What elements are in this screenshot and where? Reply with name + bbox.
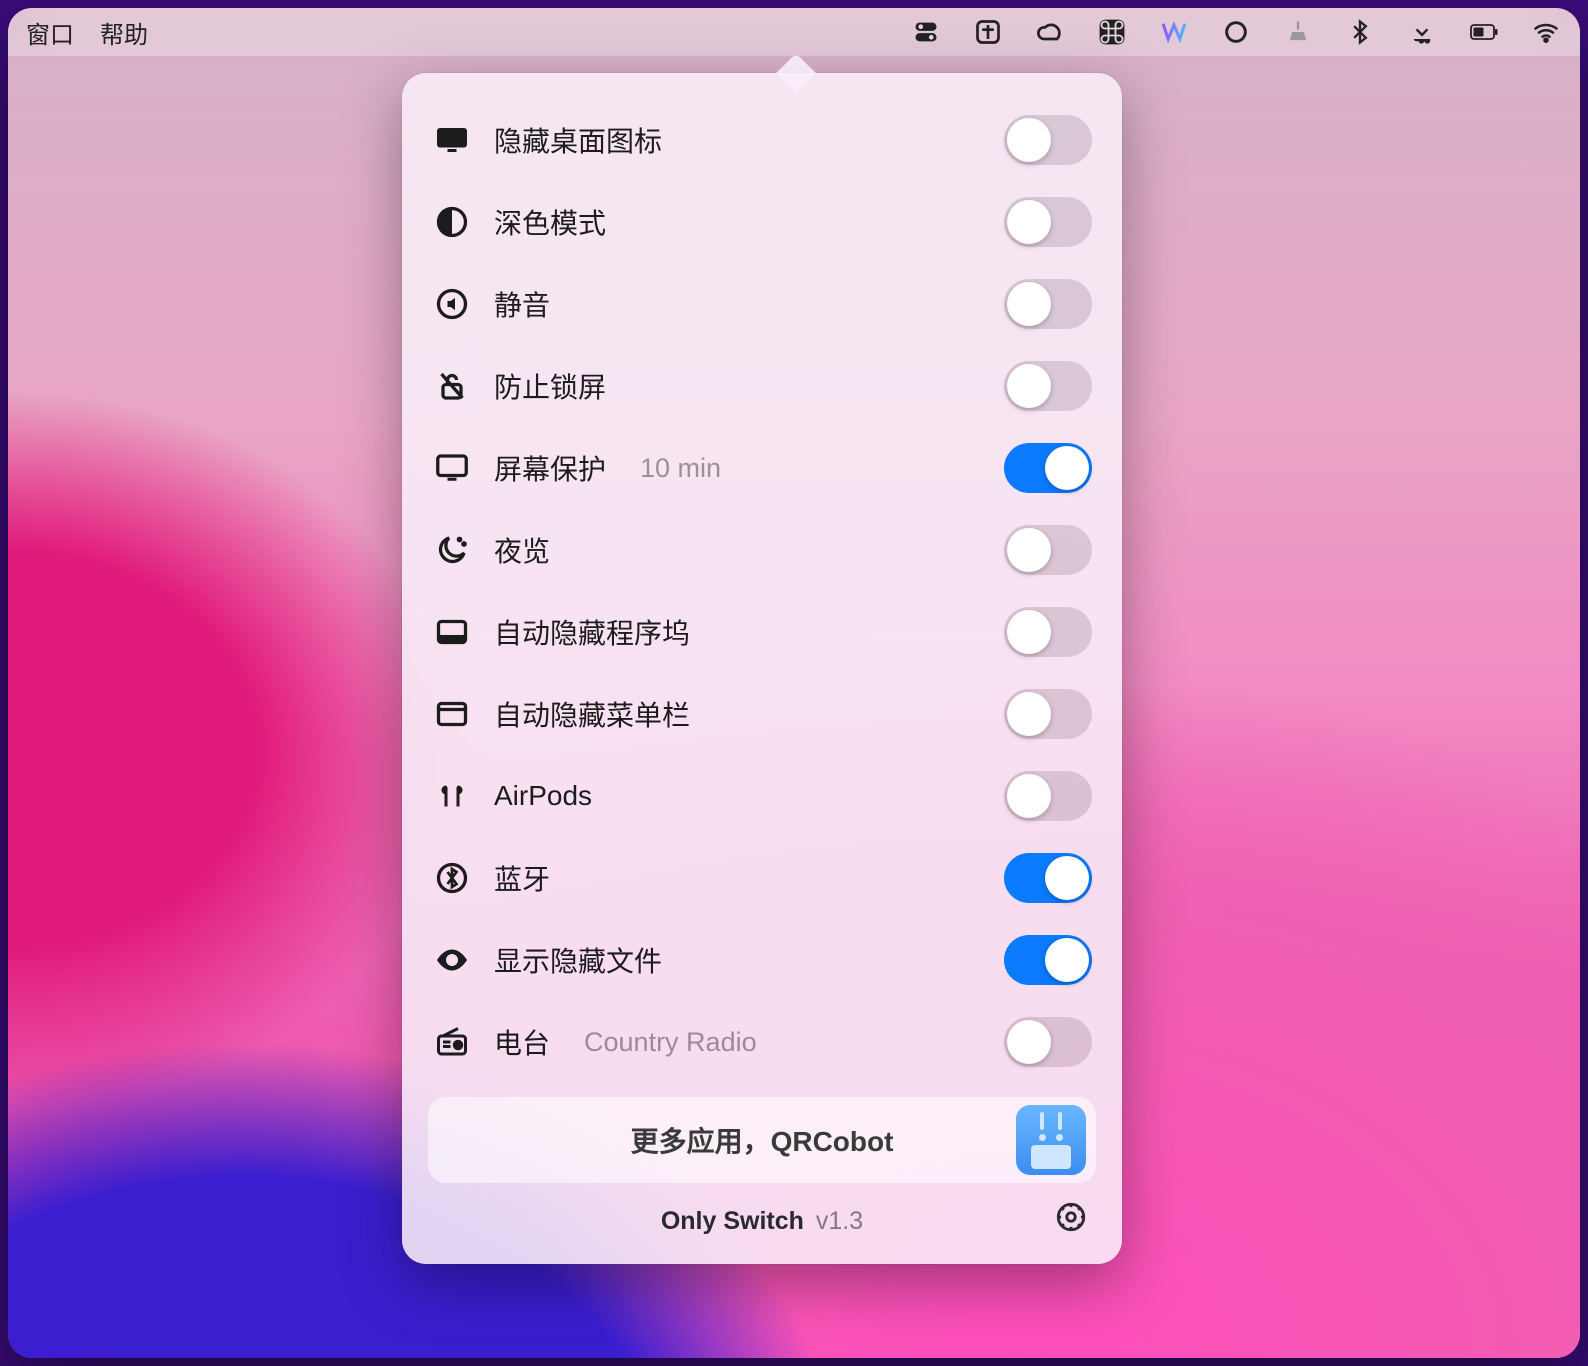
switch-label: 深色模式 xyxy=(494,202,606,242)
switch-label: 电台 xyxy=(494,1022,550,1062)
app-name: Only Switch xyxy=(661,1207,804,1236)
popover-footer: Only Switch v1.3 xyxy=(428,1183,1096,1244)
screensaver-icon xyxy=(432,448,472,488)
switch-row-autohide-menubar: 自动隐藏菜单栏 xyxy=(428,673,1096,755)
download-icon[interactable] xyxy=(1406,16,1438,48)
switch-label: 夜览 xyxy=(494,530,550,570)
bluetooth-icon xyxy=(432,858,472,898)
toggle-autohide-dock[interactable] xyxy=(1004,607,1092,657)
switch-label: 防止锁屏 xyxy=(494,366,606,406)
switch-label: 静音 xyxy=(494,284,550,324)
switch-row-autohide-dock: 自动隐藏程序坞 xyxy=(428,591,1096,673)
toggle-radio[interactable] xyxy=(1004,1017,1092,1067)
qrcobot-icon xyxy=(1016,1105,1086,1175)
toggle-hidden-files[interactable] xyxy=(1004,935,1092,985)
menu-item-help[interactable]: 帮助 xyxy=(100,15,148,50)
promo-text: 更多应用，QRCobot xyxy=(631,1120,894,1160)
switch-label: 自动隐藏程序坞 xyxy=(494,612,690,652)
switch-row-prevent-lock: 防止锁屏 xyxy=(428,345,1096,427)
toggle-airpods[interactable] xyxy=(1004,771,1092,821)
toggle-night-shift[interactable] xyxy=(1004,525,1092,575)
switch-row-bluetooth: 蓝牙 xyxy=(428,837,1096,919)
battery-icon[interactable] xyxy=(1468,16,1500,48)
menubar: 窗口 帮助 xyxy=(8,8,1580,56)
mute-icon xyxy=(432,284,472,324)
onlyswitch-popover: 隐藏桌面图标 深色模式 静音 防止锁屏 屏幕保护 10 min xyxy=(402,73,1122,1264)
toggle-hide-desktop[interactable] xyxy=(1004,115,1092,165)
switch-sublabel: Country Radio xyxy=(584,1027,757,1058)
switch-row-airpods: AirPods xyxy=(428,755,1096,837)
app-version: v1.3 xyxy=(816,1207,863,1236)
dock-icon xyxy=(432,612,472,652)
switch-sublabel: 10 min xyxy=(640,453,721,484)
lock-off-icon xyxy=(432,366,472,406)
cleaner-icon[interactable] xyxy=(1282,16,1314,48)
switch-label: AirPods xyxy=(494,780,592,812)
circle-icon[interactable] xyxy=(1220,16,1252,48)
menu-item-window[interactable]: 窗口 xyxy=(26,15,74,50)
switch-label: 隐藏桌面图标 xyxy=(494,120,662,160)
menubar-icon xyxy=(432,694,472,734)
eye-icon xyxy=(432,940,472,980)
w-app-icon[interactable] xyxy=(1158,16,1190,48)
cloud-icon[interactable] xyxy=(1034,16,1066,48)
radio-icon xyxy=(432,1022,472,1062)
switch-row-hidden-files: 显示隐藏文件 xyxy=(428,919,1096,1001)
switch-label: 蓝牙 xyxy=(494,858,550,898)
airpods-icon xyxy=(432,776,472,816)
switch-label: 显示隐藏文件 xyxy=(494,940,662,980)
toggle-prevent-lock[interactable] xyxy=(1004,361,1092,411)
toggle-bluetooth[interactable] xyxy=(1004,853,1092,903)
switch-row-hide-desktop: 隐藏桌面图标 xyxy=(428,99,1096,181)
input-method-icon[interactable] xyxy=(972,16,1004,48)
switch-row-dark-mode: 深色模式 xyxy=(428,181,1096,263)
toggle-autohide-menubar[interactable] xyxy=(1004,689,1092,739)
switch-row-screensaver: 屏幕保护 10 min xyxy=(428,427,1096,509)
command-icon[interactable] xyxy=(1096,16,1128,48)
switch-row-mute: 静音 xyxy=(428,263,1096,345)
display-icon xyxy=(432,120,472,160)
switch-row-night-shift: 夜览 xyxy=(428,509,1096,591)
toggle-mute[interactable] xyxy=(1004,279,1092,329)
toggle-screensaver[interactable] xyxy=(1004,443,1092,493)
switch-row-radio: 电台 Country Radio xyxy=(428,1001,1096,1083)
bluetooth-menubar-icon[interactable] xyxy=(1344,16,1376,48)
wifi-icon[interactable] xyxy=(1530,16,1562,48)
settings-button[interactable] xyxy=(1054,1200,1090,1236)
onlyswitch-menubar-icon[interactable] xyxy=(910,16,942,48)
switch-label: 屏幕保护 xyxy=(494,448,606,488)
switch-label: 自动隐藏菜单栏 xyxy=(494,694,690,734)
toggle-dark-mode[interactable] xyxy=(1004,197,1092,247)
night-shift-icon xyxy=(432,530,472,570)
promo-banner[interactable]: 更多应用，QRCobot xyxy=(428,1097,1096,1183)
dark-mode-icon xyxy=(432,202,472,242)
